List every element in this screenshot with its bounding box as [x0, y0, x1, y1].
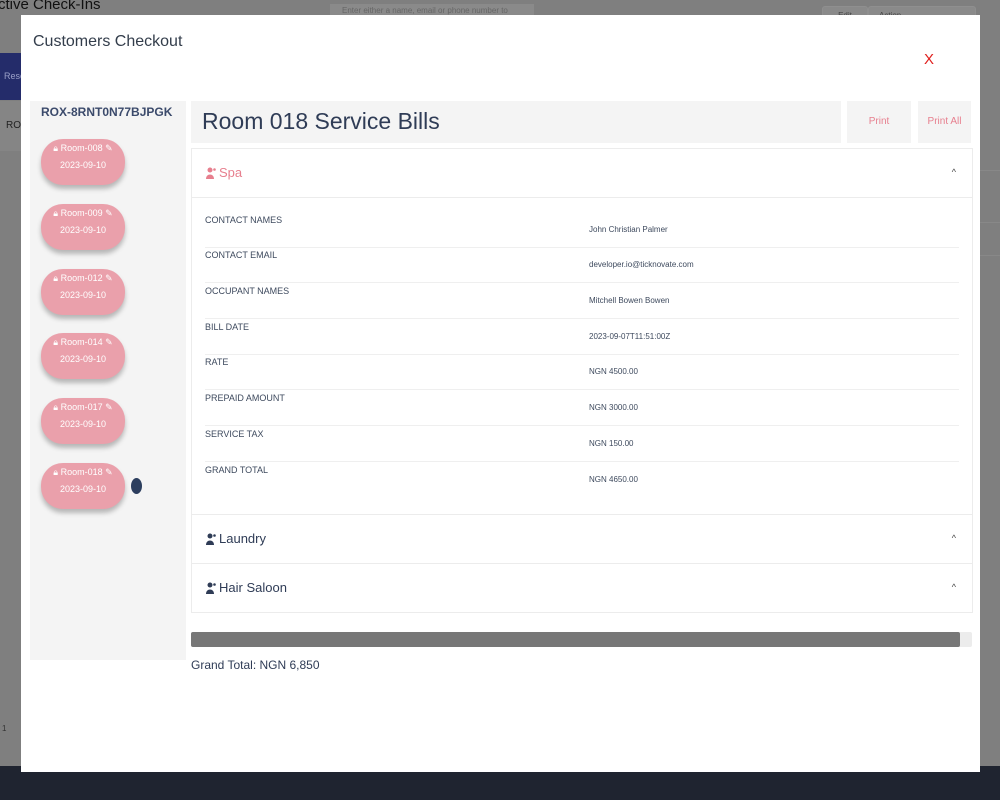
room-button-017[interactable]: 🔒︎ Room-017 ✎ 2023-09-10: [41, 398, 125, 444]
edit-icon: ✎: [105, 208, 113, 218]
room-label-line: 🔒︎ Room-014 ✎: [41, 337, 125, 348]
hair-saloon-label: Hair Saloon: [219, 580, 287, 595]
user-icon: [206, 582, 216, 594]
progress-bar: [191, 632, 972, 647]
edit-icon: ✎: [105, 337, 113, 347]
checkout-modal: Customers Checkout X ROX-8RNT0N77BJPGK 🔒…: [21, 15, 980, 772]
room-label: Room-009: [60, 208, 103, 218]
detail-key: RATE: [205, 357, 229, 367]
edit-icon: ✎: [105, 467, 113, 477]
room-date: 2023-09-10: [59, 419, 107, 429]
room-date: 2023-09-10: [59, 290, 107, 300]
spa-section-header[interactable]: Spa ^: [192, 149, 972, 198]
detail-key: CONTACT NAMES: [205, 215, 283, 225]
room-label-line: 🔒︎ Room-008 ✎: [41, 143, 125, 154]
lock-icon: 🔒︎: [53, 337, 59, 347]
detail-key: CONTACT EMAIL: [205, 250, 278, 260]
hair-saloon-section-header[interactable]: Hair Saloon ^: [192, 564, 972, 612]
room-button-012[interactable]: 🔒︎ Room-012 ✎ 2023-09-10: [41, 269, 125, 315]
room-button-018[interactable]: 🔒︎ Room-018 ✎ 2023-09-10: [41, 463, 125, 509]
detail-value: NGN 3000.00: [589, 403, 638, 412]
detail-value: NGN 4650.00: [589, 475, 638, 484]
detail-value: developer.io@ticknovate.com: [589, 260, 694, 269]
detail-value: NGN 150.00: [589, 439, 634, 448]
room-sidebar: ROX-8RNT0N77BJPGK 🔒︎ Room-008 ✎ 2023-09-…: [30, 101, 186, 660]
lock-icon: 🔒︎: [53, 467, 59, 477]
spa-label: Spa: [219, 165, 243, 180]
room-label-line: 🔒︎ Room-009 ✎: [41, 208, 125, 219]
room-date: 2023-09-10: [59, 225, 107, 235]
laundry-section-header[interactable]: Laundry ^: [192, 515, 972, 564]
detail-row: OCCUPANT NAMES Mitchell Bowen Bowen: [205, 283, 959, 319]
room-button-014[interactable]: 🔒︎ Room-014 ✎ 2023-09-10: [41, 333, 125, 379]
chevron-up-icon: ^: [951, 582, 956, 592]
modal-title: Customers Checkout: [33, 33, 183, 50]
detail-row: GRAND TOTAL NGN 4650.00: [205, 462, 959, 497]
detail-value: 2023-09-07T11:51:00Z: [589, 332, 671, 341]
detail-key: SERVICE TAX: [205, 429, 264, 439]
room-label: Room-012: [60, 273, 103, 283]
detail-row: PREPAID AMOUNT NGN 3000.00: [205, 390, 959, 426]
service-accordion: Spa ^ CONTACT NAMES John Christian Palmer…: [191, 148, 973, 613]
room-label-line: 🔒︎ Room-018 ✎: [41, 467, 125, 478]
room-label-line: 🔒︎ Room-017 ✎: [41, 402, 125, 413]
bills-header: Room 018 Service Bills: [191, 101, 841, 143]
edit-icon: ✎: [105, 273, 113, 283]
room-date: 2023-09-10: [59, 160, 107, 170]
print-button[interactable]: Print: [847, 101, 911, 143]
background-page-title: ctive Check-Ins: [0, 0, 101, 13]
detail-value: John Christian Palmer: [589, 225, 668, 234]
detail-row: RATE NGN 4500.00: [205, 354, 959, 390]
edit-icon: ✎: [105, 143, 113, 153]
room-date: 2023-09-10: [59, 484, 107, 494]
detail-row: CONTACT EMAIL developer.io@ticknovate.com: [205, 247, 959, 283]
detail-value: Mitchell Bowen Bowen: [589, 296, 670, 305]
detail-key: GRAND TOTAL: [205, 465, 269, 475]
room-label: Room-018: [60, 467, 103, 477]
room-button-008[interactable]: 🔒︎ Room-008 ✎ 2023-09-10: [41, 139, 125, 185]
active-room-indicator: [131, 478, 142, 494]
room-button-009[interactable]: 🔒︎ Room-009 ✎ 2023-09-10: [41, 204, 125, 250]
lock-icon: 🔒︎: [53, 208, 59, 218]
close-button[interactable]: X: [924, 51, 934, 68]
reservation-code: ROX-8RNT0N77BJPGK: [41, 105, 173, 119]
lock-icon: 🔒︎: [53, 143, 59, 153]
room-label: Room-014: [60, 337, 103, 347]
detail-row: BILL DATE 2023-09-07T11:51:00Z: [205, 319, 959, 355]
user-icon: [206, 533, 216, 545]
background-divider: [980, 255, 1000, 256]
grand-total: Grand Total: NGN 6,850: [191, 658, 320, 672]
background-divider: [980, 222, 1000, 223]
lock-icon: 🔒︎: [53, 273, 59, 283]
room-label: Room-008: [60, 143, 103, 153]
lock-icon: 🔒︎: [53, 402, 59, 412]
detail-key: OCCUPANT NAMES: [205, 286, 290, 296]
laundry-label: Laundry: [219, 531, 266, 546]
detail-row: CONTACT NAMES John Christian Palmer: [205, 212, 959, 248]
detail-row: SERVICE TAX NGN 150.00: [205, 426, 959, 462]
background-divider: [980, 170, 1000, 171]
background-tab: Rese: [0, 53, 22, 100]
background-table-row: ROX: [0, 101, 22, 151]
detail-key: BILL DATE: [205, 322, 250, 332]
room-label: Room-017: [60, 402, 103, 412]
background-page-number: 1: [2, 724, 7, 733]
user-icon: [206, 167, 216, 179]
detail-key: PREPAID AMOUNT: [205, 393, 285, 403]
spa-details: CONTACT NAMES John Christian Palmer CONTA…: [192, 198, 972, 515]
edit-icon: ✎: [105, 402, 113, 412]
bills-title: Room 018 Service Bills: [202, 108, 440, 134]
chevron-up-icon: ^: [951, 167, 956, 177]
chevron-up-icon: ^: [951, 533, 956, 543]
progress-fill: [191, 632, 961, 647]
print-all-button[interactable]: Print All: [918, 101, 971, 143]
room-label-line: 🔒︎ Room-012 ✎: [41, 273, 125, 284]
detail-value: NGN 4500.00: [589, 367, 638, 376]
room-date: 2023-09-10: [59, 354, 107, 364]
